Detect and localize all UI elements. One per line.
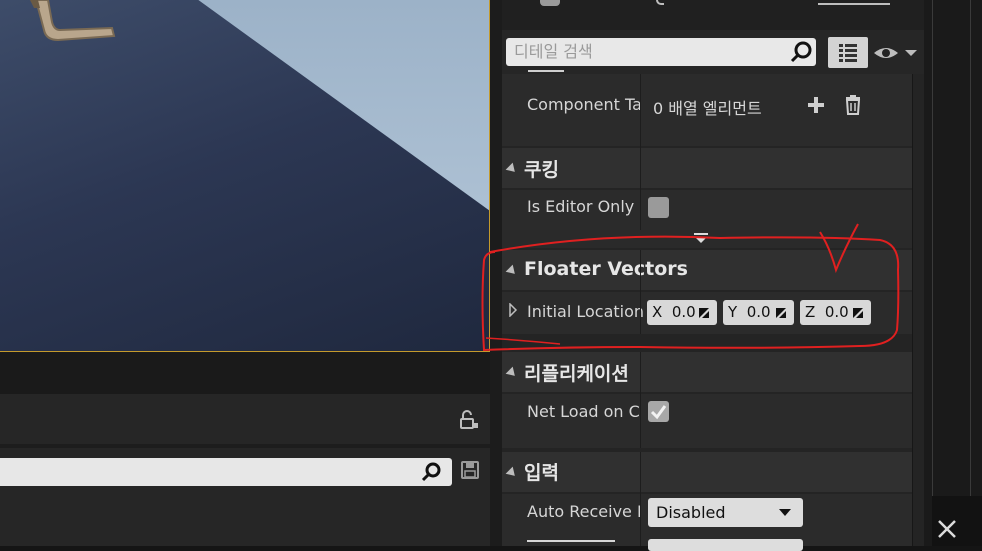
category-replication-label: 리플리케이션 [524, 363, 629, 385]
checkmark-icon [650, 405, 667, 420]
panel-splitter[interactable] [490, 0, 502, 546]
chevron-down-icon [779, 509, 791, 516]
category-input-label: 입력 [524, 462, 559, 484]
floor-mesh [0, 0, 489, 351]
property-matrix-button[interactable] [828, 37, 868, 68]
category-input-header[interactable] [502, 452, 912, 492]
add-icon[interactable] [806, 95, 826, 115]
actor-icon [540, 0, 560, 6]
level-viewport[interactable] [0, 0, 490, 352]
details-scrollbar-track[interactable] [912, 74, 913, 546]
category-cooking-label: 쿠킹 [524, 159, 559, 181]
drag-arrow-icon[interactable] [697, 306, 711, 320]
column-divider[interactable] [640, 452, 641, 546]
search-icon [421, 462, 441, 482]
is-editor-only-label: Is Editor Only [527, 197, 635, 216]
details-search-placeholder: 디테일 검색 [514, 42, 593, 61]
column-divider[interactable] [640, 148, 641, 230]
column-divider[interactable] [640, 74, 641, 148]
y-value: 0.0 [746, 303, 771, 321]
viewport-footer [0, 352, 490, 394]
drag-arrow-icon[interactable] [851, 306, 865, 320]
component-tags-label: Component Tag [527, 95, 640, 114]
content-panel-divider [0, 444, 490, 448]
x-axis-label: X [652, 303, 663, 321]
side-panel-divider [932, 0, 933, 496]
grid-icon [839, 44, 857, 62]
chair-mesh [30, 0, 116, 42]
column-divider[interactable] [640, 250, 641, 334]
category-cooking-header[interactable] [502, 148, 912, 188]
net-load-checkbox[interactable] [648, 401, 669, 422]
close-icon [938, 520, 956, 538]
z-axis-label: Z [805, 303, 816, 321]
auto-receive-input-value: Disabled [656, 503, 726, 522]
drag-arrow-icon[interactable] [774, 306, 788, 320]
x-value: 0.0 [671, 303, 696, 321]
auto-receive-input-label: Auto Receive Inp [527, 502, 640, 521]
z-value: 0.0 [824, 303, 849, 321]
input-priority-field[interactable] [648, 539, 803, 551]
component-tags-value: 0 배열 엘리먼트 [653, 99, 762, 118]
side-panel-divider [970, 0, 971, 496]
net-load-label: Net Load on Clie [527, 402, 640, 421]
visibility-eye-icon[interactable] [872, 42, 920, 64]
category-floater-vectors-label: Floater Vectors [524, 258, 688, 280]
column-divider[interactable] [640, 352, 641, 448]
unlock-icon[interactable] [458, 409, 480, 431]
header-text-fragment [818, 0, 890, 5]
save-icon[interactable] [460, 460, 480, 480]
expand-arrow-icon[interactable] [508, 303, 518, 317]
search-icon [790, 41, 812, 63]
y-axis-label: Y [728, 303, 738, 321]
trash-icon[interactable] [843, 94, 863, 116]
initial-location-label: Initial Location [527, 302, 645, 321]
close-button[interactable] [932, 496, 982, 546]
tags-category-fragment [528, 66, 568, 74]
input-priority-label-fragment [527, 540, 617, 546]
expand-advanced-icon[interactable] [693, 233, 709, 245]
content-search-input[interactable] [0, 458, 452, 486]
is-editor-only-checkbox[interactable] [648, 197, 669, 218]
